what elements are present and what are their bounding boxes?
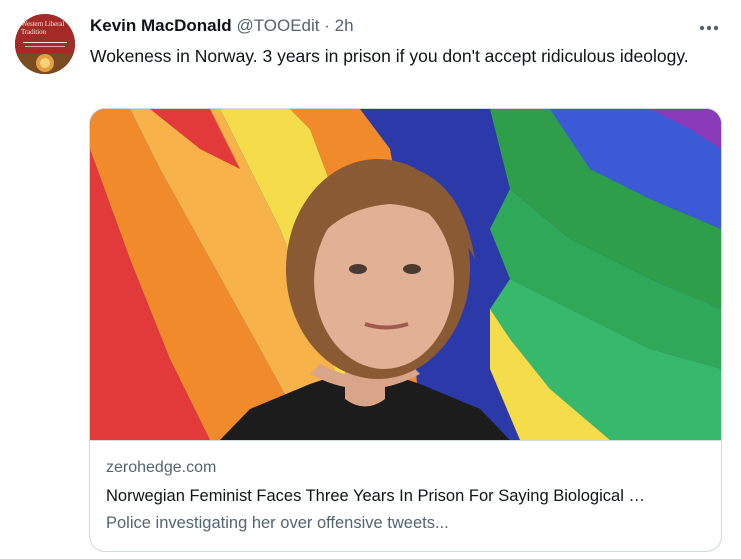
author-name[interactable]: Kevin MacDonald	[90, 16, 232, 35]
tweet[interactable]: Western Liberal Tradition Kevin MacDonal…	[0, 0, 741, 559]
link-card[interactable]: zerohedge.com Norwegian Feminist Faces T…	[89, 108, 722, 552]
tweet-header: Kevin MacDonald @TOOEdit · 2h	[90, 16, 354, 36]
tweet-time[interactable]: 2h	[335, 16, 354, 35]
avatar-cover-text: Western Liberal Tradition	[21, 20, 69, 36]
more-horizontal-icon[interactable]	[697, 16, 721, 40]
avatar-text-line1: Western Liberal	[21, 20, 65, 28]
tweet-text: Wokeness in Norway. 3 years in prison if…	[90, 46, 689, 66]
card-image[interactable]	[90, 109, 721, 440]
card-meta[interactable]: zerohedge.com Norwegian Feminist Faces T…	[90, 440, 721, 551]
author-handle[interactable]: @TOOEdit	[236, 16, 319, 35]
card-image-illustration	[90, 109, 721, 440]
card-domain: zerohedge.com	[106, 459, 217, 476]
card-description: Police investigating her over offensive …	[106, 514, 449, 532]
header-separator: ·	[324, 16, 330, 35]
more-dots-svg	[699, 25, 719, 31]
avatar[interactable]: Western Liberal Tradition	[15, 14, 75, 74]
card-title[interactable]: Norwegian Feminist Faces Three Years In …	[106, 487, 706, 506]
avatar-text-line2: Tradition	[21, 28, 46, 36]
